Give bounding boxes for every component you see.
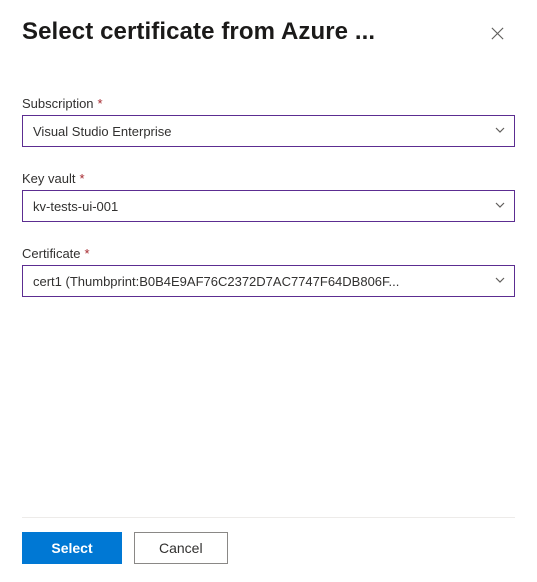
form-section: Subscription * Visual Studio Enterprise … bbox=[22, 96, 515, 517]
panel-title: Select certificate from Azure ... bbox=[22, 18, 375, 46]
key-vault-label: Key vault * bbox=[22, 171, 515, 186]
required-indicator: * bbox=[98, 96, 103, 111]
cancel-button[interactable]: Cancel bbox=[134, 532, 228, 564]
subscription-select[interactable]: Visual Studio Enterprise bbox=[22, 115, 515, 147]
key-vault-value: kv-tests-ui-001 bbox=[33, 199, 486, 214]
subscription-label-text: Subscription bbox=[22, 96, 94, 111]
required-indicator: * bbox=[79, 171, 84, 186]
subscription-value: Visual Studio Enterprise bbox=[33, 124, 486, 139]
certificate-select[interactable]: cert1 (Thumbprint:B0B4E9AF76C2372D7AC774… bbox=[22, 265, 515, 297]
close-button[interactable] bbox=[486, 22, 509, 48]
field-key-vault: Key vault * kv-tests-ui-001 bbox=[22, 171, 515, 222]
certificate-selection-panel: Select certificate from Azure ... Subscr… bbox=[0, 0, 537, 582]
required-indicator: * bbox=[85, 246, 90, 261]
chevron-down-icon bbox=[494, 274, 506, 289]
subscription-label: Subscription * bbox=[22, 96, 515, 111]
key-vault-label-text: Key vault bbox=[22, 171, 75, 186]
chevron-down-icon bbox=[494, 124, 506, 139]
certificate-label: Certificate * bbox=[22, 246, 515, 261]
chevron-down-icon bbox=[494, 199, 506, 214]
panel-footer: Select Cancel bbox=[22, 517, 515, 564]
key-vault-select[interactable]: kv-tests-ui-001 bbox=[22, 190, 515, 222]
close-icon bbox=[490, 26, 505, 44]
field-certificate: Certificate * cert1 (Thumbprint:B0B4E9AF… bbox=[22, 246, 515, 297]
panel-header: Select certificate from Azure ... bbox=[22, 18, 515, 48]
select-button[interactable]: Select bbox=[22, 532, 122, 564]
field-subscription: Subscription * Visual Studio Enterprise bbox=[22, 96, 515, 147]
certificate-value: cert1 (Thumbprint:B0B4E9AF76C2372D7AC774… bbox=[33, 274, 486, 289]
certificate-label-text: Certificate bbox=[22, 246, 81, 261]
